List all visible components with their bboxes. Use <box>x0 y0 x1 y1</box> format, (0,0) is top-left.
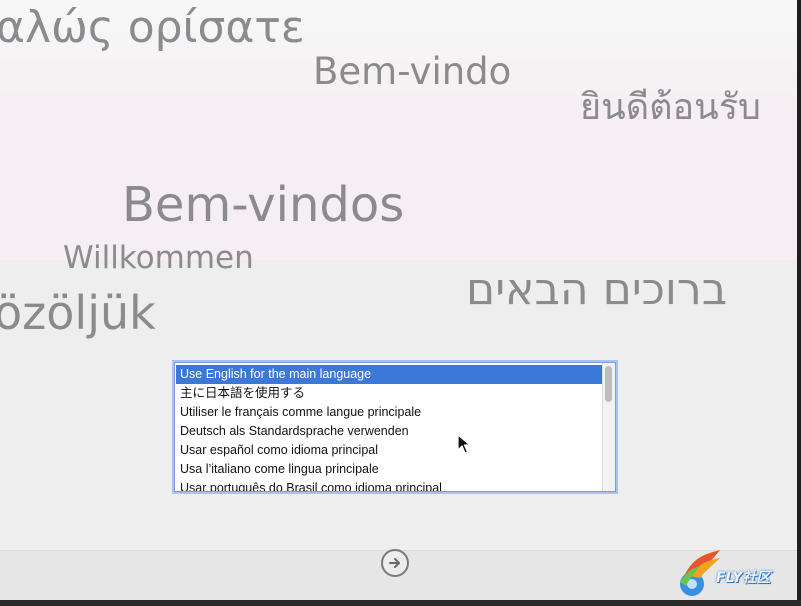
greeting-hungarian: özöljük <box>0 286 156 340</box>
language-option-german[interactable]: Deutsch als Standardsprache verwenden <box>176 422 602 441</box>
scrollbar-thumb[interactable] <box>605 366 612 402</box>
language-option-japanese[interactable]: 主に日本語を使用する <box>176 384 602 403</box>
language-option-french[interactable]: Utiliser le français comme langue princi… <box>176 403 602 422</box>
greeting-german: Willkommen <box>63 240 254 276</box>
language-option-english[interactable]: Use English for the main language <box>176 365 602 384</box>
watermark-subtext: bbs.fly.cn <box>722 586 760 595</box>
watermark-text: FLY社区 <box>716 570 771 586</box>
language-list[interactable]: Use English for the main language 主に日本語を… <box>174 362 616 492</box>
greeting-greek: αλώς ορίσατε <box>0 2 305 53</box>
screen-edge-right <box>797 0 801 606</box>
language-option-italian[interactable]: Usa l’italiano come lingua principale <box>176 460 602 479</box>
mouse-pointer-icon <box>457 434 471 454</box>
arrow-right-circle-icon <box>389 558 400 568</box>
language-list-scrollbar[interactable] <box>602 363 615 491</box>
greeting-thai: ยินดีต้อนรับ <box>580 87 761 128</box>
greeting-hebrew: ברוכים הבאים <box>466 264 728 315</box>
screen-edge-bottom <box>0 600 801 606</box>
language-option-portuguese-brazil[interactable]: Usar português do Brasil como idioma pri… <box>176 479 602 491</box>
greeting-portuguese-plural: Bem-vindos <box>122 177 405 233</box>
installer-welcome-screen: αλώς ορίσατε Bem-vindo ยินดีต้อนรับ Bem-… <box>0 0 797 600</box>
language-items: Use English for the main language 主に日本語を… <box>176 365 602 491</box>
greeting-portuguese: Bem-vindo <box>313 50 512 93</box>
continue-button[interactable] <box>381 549 409 577</box>
language-option-spanish[interactable]: Usar español como idioma principal <box>176 441 602 460</box>
